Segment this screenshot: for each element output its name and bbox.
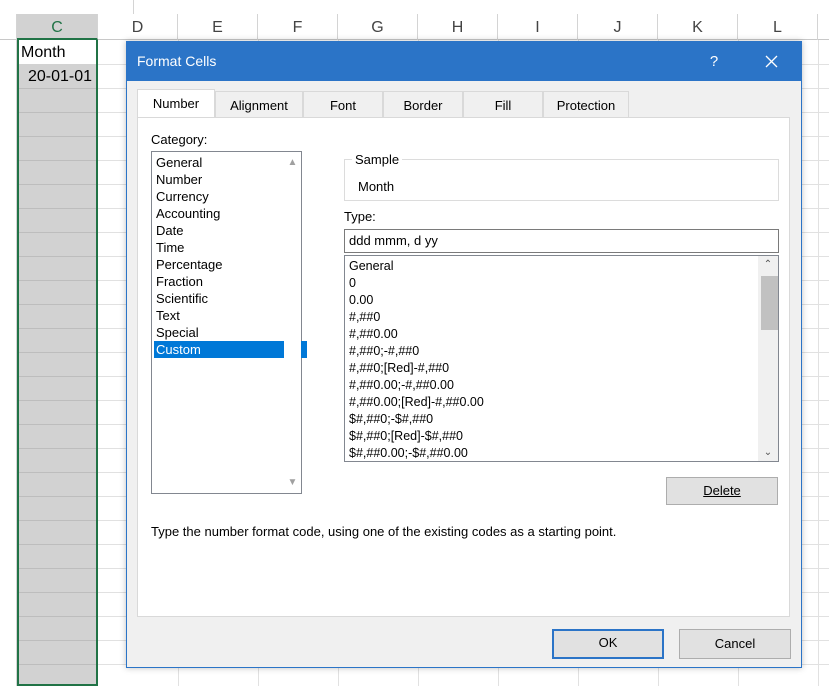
dialog-title: Format Cells	[137, 53, 217, 69]
close-icon	[765, 55, 778, 68]
grid-line	[19, 544, 96, 545]
scroll-up-icon[interactable]: ▲	[284, 154, 301, 171]
grid-line	[19, 640, 96, 641]
type-list-scrollbar[interactable]: ⌃ ⌄	[758, 256, 778, 461]
row-header-strip	[0, 40, 17, 686]
grid-line	[19, 328, 96, 329]
type-list-item[interactable]: #,##0.00	[349, 326, 398, 343]
grid-line	[19, 352, 96, 353]
sample-value: Month	[358, 179, 395, 194]
grid-line	[19, 616, 96, 617]
selected-column-c[interactable]	[17, 40, 98, 686]
grid-line	[19, 256, 96, 257]
delete-label: Delete	[703, 483, 741, 498]
ok-button[interactable]: OK	[552, 629, 664, 659]
description-text: Type the number format code, using one o…	[151, 524, 617, 539]
column-header-j[interactable]: J	[578, 14, 658, 40]
type-list-item[interactable]: $#,##0;-$#,##0	[349, 411, 433, 428]
category-scrollbar[interactable]: ▲ ▼	[284, 152, 301, 493]
type-list-item[interactable]: #,##0	[349, 309, 380, 326]
tab-alignment[interactable]: Alignment	[215, 91, 303, 117]
column-header-c[interactable]: C	[17, 14, 98, 40]
grid-line	[19, 496, 96, 497]
close-button[interactable]	[753, 42, 789, 81]
column-header-i[interactable]: I	[498, 14, 578, 40]
type-label: Type:	[344, 209, 376, 224]
type-input[interactable]: ddd mmm, d yy	[344, 229, 779, 253]
type-list[interactable]: General 0 0.00 #,##0 #,##0.00 #,##0;-#,#…	[344, 255, 779, 462]
grid-line	[19, 520, 96, 521]
type-list-item[interactable]: 0.00	[349, 292, 373, 309]
formula-area-edge	[0, 0, 829, 14]
help-button[interactable]: ?	[702, 42, 726, 81]
sample-label: Sample	[352, 152, 403, 167]
grid-line	[19, 592, 96, 593]
column-header-h[interactable]: H	[418, 14, 498, 40]
type-list-item[interactable]: $#,##0;[Red]-$#,##0	[349, 428, 463, 445]
dialog-title-bar[interactable]: Format Cells ?	[127, 42, 801, 81]
grid-line	[19, 208, 96, 209]
name-box-edge	[0, 0, 134, 14]
type-list-item[interactable]: #,##0;-#,##0	[349, 343, 419, 360]
grid-line	[19, 424, 96, 425]
select-all-corner[interactable]	[0, 14, 17, 40]
type-list-item[interactable]: $#,##0.00;-$#,##0.00	[349, 445, 468, 461]
type-list-item[interactable]: General	[349, 258, 393, 275]
scroll-up-icon[interactable]: ⌃	[758, 256, 778, 273]
column-header-d[interactable]: D	[98, 14, 178, 40]
type-list-item[interactable]: 0	[349, 275, 356, 292]
delete-button[interactable]: Delete	[666, 477, 778, 505]
tab-number[interactable]: Number	[137, 89, 215, 117]
grid-line	[19, 232, 96, 233]
grid-line	[19, 400, 96, 401]
column-header-g[interactable]: G	[338, 14, 418, 40]
column-header-l[interactable]: L	[738, 14, 818, 40]
column-headers: C D E F G H I J K L	[0, 14, 829, 40]
grid-line	[19, 136, 96, 137]
grid-line	[19, 88, 96, 89]
scroll-down-icon[interactable]: ▼	[284, 474, 301, 491]
type-list-item[interactable]: #,##0.00;[Red]-#,##0.00	[349, 394, 484, 411]
grid-line	[19, 376, 96, 377]
cell-c2[interactable]: 20-01-01	[19, 64, 96, 88]
grid-line	[19, 472, 96, 473]
grid-line	[19, 568, 96, 569]
tab-border[interactable]: Border	[383, 91, 463, 117]
type-list-item[interactable]: #,##0;[Red]-#,##0	[349, 360, 449, 377]
scroll-down-icon[interactable]: ⌄	[758, 444, 778, 461]
grid-line	[19, 448, 96, 449]
grid-line	[19, 280, 96, 281]
format-cells-dialog: Format Cells ? Number Alignment Font Bor…	[126, 41, 802, 668]
sample-group	[344, 159, 779, 201]
column-header-k[interactable]: K	[658, 14, 738, 40]
number-tab-panel: Category: General Number Currency Accoun…	[137, 117, 790, 617]
category-list[interactable]: General Number Currency Accounting Date …	[151, 151, 307, 494]
type-list-item[interactable]: #,##0.00;-#,##0.00	[349, 377, 454, 394]
scroll-thumb[interactable]	[761, 276, 778, 330]
grid-line	[19, 160, 96, 161]
tab-fill[interactable]: Fill	[463, 91, 543, 117]
grid-line	[19, 184, 96, 185]
grid-line	[19, 112, 96, 113]
column-header-f[interactable]: F	[258, 14, 338, 40]
tab-font[interactable]: Font	[303, 91, 383, 117]
column-header-e[interactable]: E	[178, 14, 258, 40]
cell-c1[interactable]: Month	[19, 40, 96, 64]
tab-protection[interactable]: Protection	[543, 91, 629, 117]
grid-line	[19, 664, 96, 665]
cancel-button[interactable]: Cancel	[679, 629, 791, 659]
category-label: Category:	[151, 132, 208, 147]
grid-line	[19, 304, 96, 305]
